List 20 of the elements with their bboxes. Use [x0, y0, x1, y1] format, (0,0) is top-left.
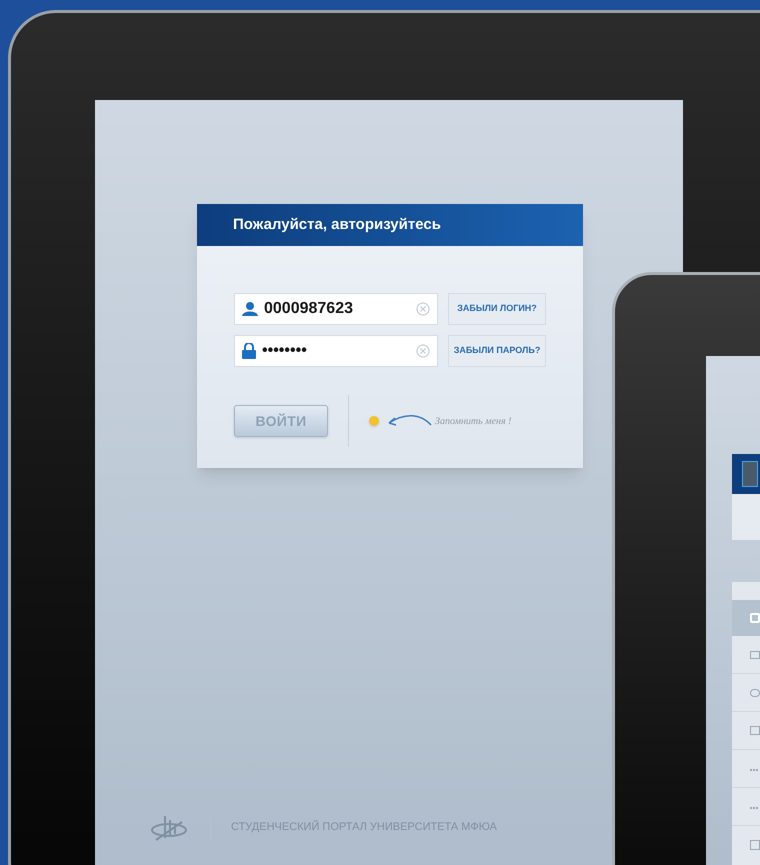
windows-icon — [750, 613, 760, 623]
square-icon — [750, 650, 760, 658]
profile-panel — [732, 494, 760, 540]
dots-icon — [750, 766, 758, 770]
avatar-placeholder — [742, 461, 758, 487]
forgot-link-button[interactable]: ЗАБЫЛИ ЛОГИН? — [448, 293, 546, 325]
chart-icon — [750, 726, 760, 735]
card-title: Пожалуйста, авторизуйтесь — [233, 214, 441, 235]
clear-icon[interactable] — [416, 344, 430, 358]
password-field[interactable]: •••••••• — [234, 335, 438, 367]
remember-toggle[interactable] — [369, 416, 379, 426]
menu-item[interactable] — [732, 600, 760, 636]
lock-icon — [242, 343, 256, 359]
checkbox-icon — [750, 840, 760, 850]
forgot-link-button[interactable]: ЗАБЫЛИ ПАРОЛЬ? — [448, 335, 546, 367]
remember-label: Запомнить меня ! — [435, 414, 512, 428]
clear-icon[interactable] — [416, 302, 430, 316]
user-icon — [242, 302, 258, 316]
dots-icon — [750, 804, 758, 808]
login-field[interactable]: 0000987623 — [234, 293, 438, 325]
